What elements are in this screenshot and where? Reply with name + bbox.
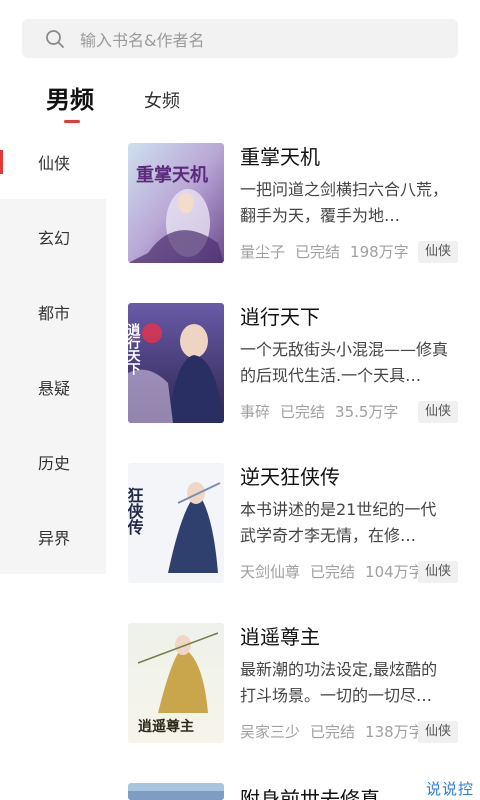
- book-meta: 事碎 已完结 35.5万字: [240, 401, 418, 422]
- book-cover[interactable]: [128, 783, 224, 800]
- book-item[interactable]: 逍行天下 逍行天下 一个无敌街头小混混——修真的后现代生活.一个天具… 事碎 已完…: [128, 303, 458, 423]
- book-cover[interactable]: 逍行天下: [128, 303, 224, 423]
- book-description: 一把问道之剑横扫六合八荒，翻手为天，覆手为地…: [240, 180, 449, 225]
- book-category-badge: 仙侠: [417, 241, 458, 263]
- search-bar[interactable]: 输入书名&作者名: [22, 19, 458, 58]
- book-meta: 天剑仙尊 已完结 104万字: [240, 561, 418, 582]
- book-cover[interactable]: 重掌天机: [128, 143, 224, 263]
- search-input[interactable]: 输入书名&作者名: [80, 27, 204, 51]
- book-cover-title: 逍行天下: [128, 322, 141, 376]
- book-status: 已完结: [280, 403, 326, 421]
- book-title[interactable]: 重掌天机: [240, 143, 320, 171]
- book-title[interactable]: 逍行天下: [240, 303, 320, 331]
- book-title[interactable]: 逆天狂侠传: [240, 463, 340, 491]
- book-title[interactable]: 附身前世去修真: [240, 785, 380, 800]
- sidebar-item-xuanhuan[interactable]: 玄幻: [0, 199, 106, 274]
- book-description: 一个无敌街头小混混——修真的后现代生活.一个天具…: [240, 340, 449, 385]
- tab-male[interactable]: 男频: [46, 80, 94, 120]
- book-cover[interactable]: 狂侠传: [128, 463, 224, 583]
- book-cover-title: 重掌天机: [136, 164, 208, 186]
- book-cover[interactable]: 逍遥尊主: [128, 623, 224, 743]
- book-meta: 量尘子 已完结 198万字: [240, 241, 418, 262]
- book-status: 已完结: [310, 723, 356, 741]
- book-cover-title: 逍遥尊主: [138, 718, 194, 735]
- tab-female[interactable]: 女频: [144, 82, 180, 122]
- sidebar-item-lishi[interactable]: 历史: [0, 424, 106, 499]
- sidebar-item-label: 悬疑: [38, 378, 71, 398]
- book-status: 已完结: [295, 243, 341, 261]
- sidebar-item-yijie[interactable]: 异界: [0, 499, 106, 574]
- book-title[interactable]: 逍遥尊主: [240, 623, 320, 651]
- sidebar-item-label: 仙侠: [38, 153, 71, 173]
- book-word-count: 138万字: [365, 723, 418, 741]
- search-icon: [46, 29, 64, 48]
- book-category-badge: 仙侠: [417, 721, 458, 743]
- active-category-indicator: [0, 150, 3, 174]
- book-category-badge: 仙侠: [417, 401, 458, 423]
- sidebar-item-label: 异界: [38, 528, 71, 548]
- book-author: 事碎: [240, 403, 271, 421]
- book-author: 天剑仙尊: [240, 563, 301, 581]
- book-item[interactable]: 逍遥尊主 逍遥尊主 最新潮的功法设定,最炫酷的打斗场景。一切的一切尽… 吴家三少…: [128, 623, 458, 743]
- book-word-count: 198万字: [350, 243, 409, 261]
- book-meta: 吴家三少 已完结 138万字: [240, 721, 418, 742]
- sidebar-item-label: 历史: [38, 453, 71, 473]
- book-item[interactable]: 狂侠传 逆天狂侠传 本书讲述的是21世纪的一代武学奇才李无情，在修… 天剑仙尊已…: [128, 463, 458, 583]
- book-description: 本书讲述的是21世纪的一代武学奇才李无情，在修…: [240, 500, 437, 545]
- book-item[interactable]: 重掌天机 重掌天机 一把问道之剑横扫六合八荒，翻手为天，覆手为地… 量尘子 已完结…: [128, 143, 458, 263]
- sidebar-item-label: 都市: [38, 303, 71, 323]
- book-description: 最新潮的功法设定,最炫酷的打斗场景。一切的一切尽…: [240, 660, 438, 705]
- book-author: 吴家三少: [240, 723, 301, 741]
- category-sidebar: 仙侠 玄幻 都市 悬疑 历史 异界: [0, 124, 106, 574]
- sidebar-item-dushi[interactable]: 都市: [0, 274, 106, 349]
- book-status: 已完结: [310, 563, 356, 581]
- sidebar-item-label: 玄幻: [38, 228, 71, 248]
- book-cover-title: 狂侠传: [128, 487, 145, 536]
- book-category-badge: 仙侠: [417, 561, 458, 583]
- sidebar-item-xuanyi[interactable]: 悬疑: [0, 349, 106, 424]
- book-word-count: 35.5万字: [335, 403, 399, 421]
- book-item[interactable]: 附身前世去修真: [128, 783, 458, 800]
- watermark-logo: 说说控: [426, 780, 475, 798]
- sidebar-item-xianxia[interactable]: 仙侠: [0, 124, 106, 199]
- book-author: 量尘子: [240, 243, 286, 261]
- active-tab-indicator: [64, 120, 80, 123]
- book-word-count: 104万字: [365, 563, 418, 581]
